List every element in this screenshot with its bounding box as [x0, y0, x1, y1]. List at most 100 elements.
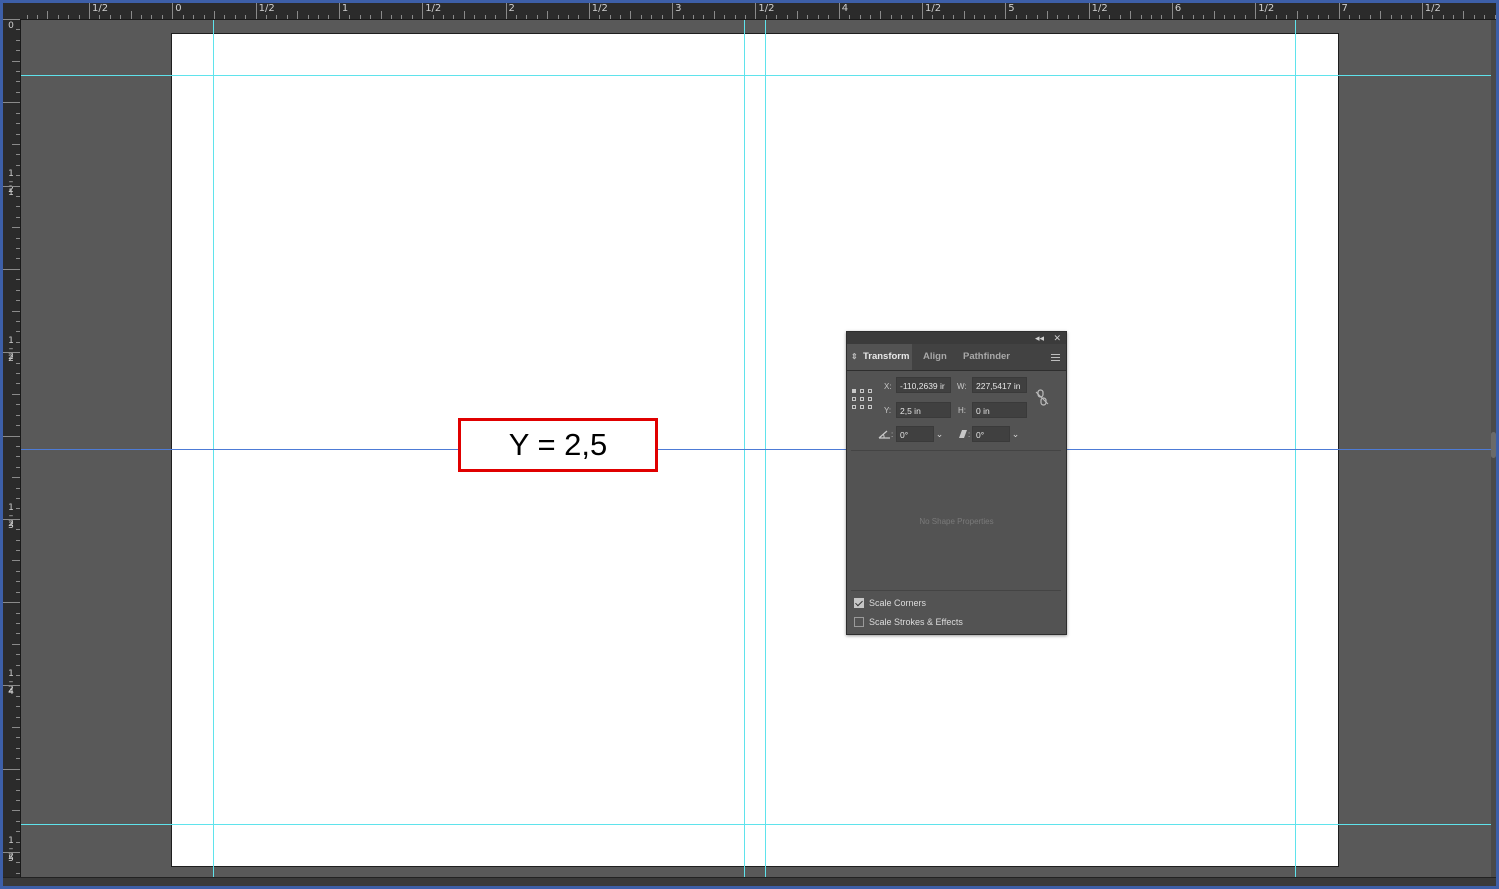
- ruler-minor-tick: [16, 81, 20, 83]
- ruler-major-tick: [672, 3, 674, 19]
- ruler-minor-tick: [474, 15, 476, 19]
- chevron-down-icon[interactable]: ⌄: [933, 426, 946, 442]
- ruler-minor-tick: [1046, 11, 1048, 19]
- selected-horizontal-path[interactable]: [21, 449, 1491, 450]
- ruler-minor-tick: [1192, 15, 1194, 19]
- ruler-minor-tick: [890, 15, 892, 19]
- tab-pathfinder[interactable]: Pathfinder: [963, 344, 1010, 370]
- ruler-minor-tick: [661, 15, 663, 19]
- ruler-minor-tick: [359, 15, 361, 19]
- ruler-minor-tick: [16, 331, 20, 333]
- ruler-minor-tick: [640, 15, 642, 19]
- ruler-label: 4: [841, 3, 849, 14]
- rotate-field[interactable]: 0°: [896, 426, 934, 442]
- width-field[interactable]: 227,5417 in: [972, 377, 1027, 393]
- ruler-minor-tick: [817, 15, 819, 19]
- ruler-minor-tick: [16, 154, 20, 156]
- ruler-origin-corner[interactable]: [3, 3, 20, 19]
- ruler-minor-tick: [1057, 15, 1059, 19]
- ruler-minor-tick: [1369, 15, 1371, 19]
- vertical-ruler[interactable]: 0 1–2 1 1–2 2 1–2 3 1–2 4 1–2 5: [3, 19, 21, 886]
- ruler-minor-tick: [16, 862, 20, 864]
- height-field[interactable]: 0 in: [972, 402, 1027, 418]
- ruler-label: 6: [1174, 3, 1182, 14]
- double-chevron-left-icon[interactable]: ◂◂: [1035, 332, 1044, 344]
- ruler-minor-tick: [932, 15, 934, 19]
- ruler-minor-tick: [1140, 15, 1142, 19]
- panel-titlebar[interactable]: ◂◂ ✕: [847, 332, 1066, 344]
- h-label: H:: [958, 406, 966, 415]
- ruler-minor-tick: [1328, 15, 1330, 19]
- ruler-label: 1: [341, 3, 349, 14]
- ruler-label: 7: [1341, 3, 1348, 14]
- shear-field[interactable]: 0°: [972, 426, 1010, 442]
- vertical-scrollbar[interactable]: [1491, 20, 1496, 878]
- ruler-minor-tick: [1286, 15, 1288, 19]
- ruler-minor-tick: [16, 29, 20, 31]
- tab-pathfinder-label: Pathfinder: [963, 351, 1010, 362]
- ruler-minor-tick: [1359, 15, 1361, 19]
- ruler-minor-tick: [16, 373, 20, 375]
- scale-corners-checkbox[interactable]: [854, 598, 864, 608]
- reference-point-icon[interactable]: [852, 389, 872, 409]
- ruler-minor-tick: [495, 15, 497, 19]
- horizontal-guide[interactable]: [21, 75, 1491, 76]
- ruler-minor-tick: [942, 15, 944, 19]
- ruler-minor-tick: [16, 508, 20, 510]
- y-field[interactable]: 2,5 in: [896, 402, 951, 418]
- ruler-minor-tick: [16, 674, 20, 676]
- ruler-minor-tick: [630, 11, 632, 19]
- expand-collapse-icon[interactable]: ⇕: [851, 344, 858, 370]
- ruler-minor-tick: [16, 383, 20, 385]
- ruler-minor-tick: [390, 15, 392, 19]
- ruler-minor-tick: [36, 15, 38, 19]
- horizontal-guide[interactable]: [21, 824, 1491, 825]
- ruler-minor-tick: [16, 456, 20, 458]
- ruler-minor-tick: [16, 872, 20, 874]
- shear-icon: [959, 430, 967, 438]
- ruler-major-tick: [3, 435, 20, 437]
- ruler-major-tick: [3, 602, 20, 604]
- ruler-minor-tick: [16, 612, 20, 614]
- artboard[interactable]: [171, 33, 1339, 867]
- horizontal-ruler[interactable]: 1/2 0 1/2 1 1/2 2 1/2 3 1/2 4 1/2 5 1/2 6 1/2 7 1/2: [3, 3, 1496, 20]
- tab-align[interactable]: Align: [923, 344, 947, 370]
- ruler-label: 2: [508, 3, 515, 14]
- ruler-minor-tick: [16, 737, 20, 739]
- ruler-minor-tick: [12, 477, 20, 479]
- panel-menu-icon[interactable]: [1051, 354, 1060, 363]
- chevron-down-icon[interactable]: ⌄: [1009, 426, 1022, 442]
- ruler-minor-tick: [16, 279, 20, 281]
- ruler-minor-tick: [713, 11, 715, 19]
- ruler-minor-tick: [1390, 15, 1392, 19]
- ruler-minor-tick: [953, 15, 955, 19]
- scale-strokes-label: Scale Strokes & Effects: [869, 617, 963, 627]
- ruler-minor-tick: [16, 112, 20, 114]
- ruler-minor-tick: [12, 310, 20, 312]
- ruler-minor-tick: [703, 15, 705, 19]
- tab-transform[interactable]: ⇕ Transform: [847, 344, 912, 370]
- ruler-minor-tick: [26, 15, 28, 19]
- ruler-minor-tick: [12, 227, 20, 229]
- ruler-minor-tick: [734, 15, 736, 19]
- ruler-minor-tick: [526, 15, 528, 19]
- ruler-minor-tick: [1182, 15, 1184, 19]
- ruler-label: 1/2: [1424, 3, 1441, 14]
- ruler-minor-tick: [578, 15, 580, 19]
- scrollbar-thumb[interactable]: [1491, 432, 1496, 458]
- ruler-minor-tick: [151, 15, 153, 19]
- scale-strokes-checkbox[interactable]: [854, 617, 864, 627]
- w-label: W:: [957, 382, 967, 391]
- ruler-minor-tick: [16, 758, 20, 760]
- ruler-minor-tick: [609, 15, 611, 19]
- panel-tabs: ⇕ Transform Align Pathfinder: [847, 344, 1066, 371]
- x-field[interactable]: -110,2639 ir: [896, 377, 951, 393]
- ruler-minor-tick: [16, 841, 20, 843]
- document-canvas[interactable]: [21, 20, 1491, 878]
- ruler-minor-tick: [161, 15, 163, 19]
- ruler-major-tick: [3, 768, 20, 770]
- ruler-minor-tick: [401, 15, 403, 19]
- constrain-proportions-icon[interactable]: [1035, 389, 1049, 407]
- close-icon[interactable]: ✕: [1053, 332, 1061, 344]
- ruler-minor-tick: [12, 727, 20, 729]
